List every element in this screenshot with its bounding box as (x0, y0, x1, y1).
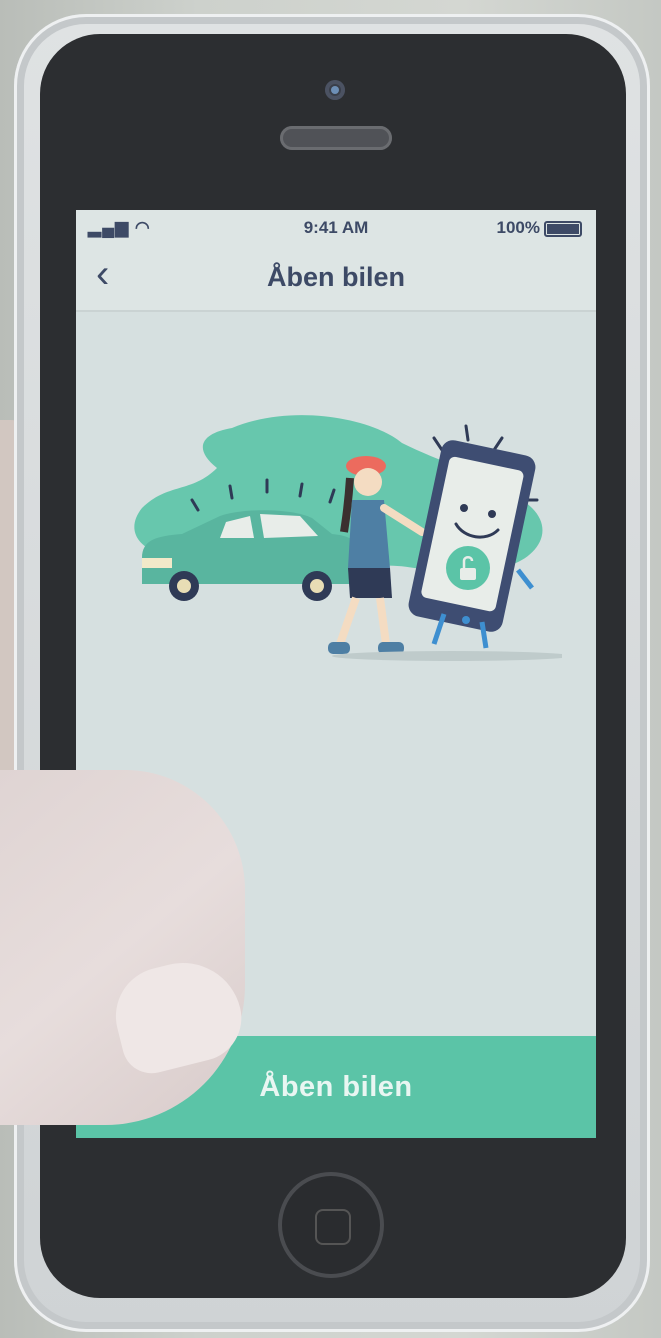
home-button[interactable] (278, 1172, 384, 1278)
navigation-bar: ‹ Åben bilen (76, 244, 596, 312)
status-bar: ▂▄▆ ◠ 9:41 AM 100% (76, 210, 596, 244)
unlock-car-illustration (134, 415, 562, 661)
battery-percent: 100% (496, 218, 540, 237)
battery-icon (544, 221, 582, 237)
page-title: Åben bilen (266, 262, 405, 292)
earpiece-speaker (280, 126, 392, 150)
front-camera (325, 80, 345, 100)
thumb (0, 770, 245, 1125)
